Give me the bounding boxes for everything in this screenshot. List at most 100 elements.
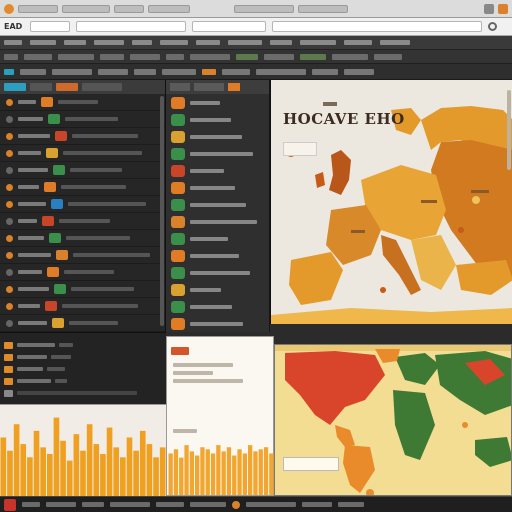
toolbar-button[interactable] — [312, 68, 338, 75]
map-legend-card[interactable] — [283, 142, 317, 156]
toolbar-button[interactable] — [58, 53, 94, 60]
attribute-row[interactable] — [166, 179, 269, 196]
toolbar-button[interactable] — [202, 68, 216, 75]
title-tab[interactable] — [298, 4, 348, 13]
menu-item[interactable] — [94, 40, 124, 45]
toolbar-button[interactable] — [264, 53, 294, 60]
layer-row[interactable] — [0, 315, 165, 332]
layer-row[interactable] — [0, 281, 165, 298]
status-dot-icon — [6, 132, 13, 140]
list-item[interactable] — [0, 387, 166, 399]
layer-row[interactable] — [0, 247, 165, 264]
menu-item[interactable] — [344, 40, 372, 45]
minimize-icon[interactable] — [484, 3, 494, 14]
toolbar-button[interactable] — [300, 53, 326, 60]
list-item[interactable] — [0, 351, 166, 363]
title-tab[interactable] — [114, 4, 144, 13]
layer-row[interactable] — [0, 128, 165, 145]
tab[interactable] — [194, 83, 224, 91]
toolbar-button[interactable] — [4, 68, 14, 75]
attribute-row[interactable] — [166, 196, 269, 213]
layer-row[interactable] — [0, 213, 165, 230]
layer-row[interactable] — [0, 94, 165, 111]
world-map-view[interactable] — [274, 344, 512, 496]
list-item[interactable] — [0, 363, 166, 375]
attribute-row[interactable] — [166, 230, 269, 247]
toolbar-button[interactable] — [222, 68, 250, 75]
menu-item[interactable] — [270, 40, 292, 45]
title-tab[interactable] — [62, 4, 110, 13]
toolbar-button[interactable] — [344, 68, 374, 75]
address-field[interactable] — [76, 21, 186, 32]
layer-row[interactable] — [0, 111, 165, 128]
menu-item[interactable] — [196, 40, 220, 45]
attribute-row[interactable] — [166, 281, 269, 298]
address-field[interactable] — [192, 21, 266, 32]
toolbar-button[interactable] — [98, 68, 128, 75]
menu-item[interactable] — [228, 40, 262, 45]
tab[interactable] — [82, 83, 122, 91]
list-item[interactable] — [0, 375, 166, 387]
toolbar-button[interactable] — [332, 53, 368, 60]
toolbar-button[interactable] — [166, 53, 184, 60]
layer-row[interactable] — [0, 145, 165, 162]
layer-row[interactable] — [0, 264, 165, 281]
list-item[interactable] — [0, 339, 166, 351]
address-field[interactable] — [30, 21, 70, 32]
tab[interactable] — [228, 83, 240, 91]
attribute-row[interactable] — [166, 264, 269, 281]
layer-row[interactable] — [0, 162, 165, 179]
toolbar-button[interactable] — [130, 53, 160, 60]
toolbar-button[interactable] — [20, 68, 46, 75]
toolbar-button[interactable] — [190, 53, 230, 60]
title-tab[interactable] — [234, 4, 294, 13]
layer-row[interactable] — [0, 230, 165, 247]
scrollbar[interactable] — [507, 90, 511, 170]
title-tab[interactable] — [18, 4, 58, 13]
toolbar-button[interactable] — [236, 53, 258, 60]
panel-tabs — [166, 80, 269, 94]
menu-item[interactable] — [4, 40, 22, 45]
title-tab[interactable] — [148, 4, 190, 13]
attribute-row[interactable] — [166, 247, 269, 264]
tab[interactable] — [170, 83, 190, 91]
attribute-row[interactable] — [166, 94, 269, 111]
layer-row[interactable] — [0, 179, 165, 196]
menu-item[interactable] — [30, 40, 56, 45]
tab[interactable] — [56, 83, 78, 91]
attribute-row[interactable] — [166, 128, 269, 145]
bar — [242, 453, 247, 495]
attribute-row[interactable] — [166, 298, 269, 315]
toolbar-button[interactable] — [52, 68, 92, 75]
toolbar-button[interactable] — [256, 68, 306, 75]
location-pin-icon[interactable] — [232, 500, 240, 509]
search-icon[interactable] — [488, 22, 497, 31]
tab[interactable] — [4, 83, 26, 91]
attribute-row[interactable] — [166, 315, 269, 332]
attribute-row[interactable] — [166, 213, 269, 230]
toolbar-button[interactable] — [374, 53, 402, 60]
attribute-row[interactable] — [166, 111, 269, 128]
toolbar-button[interactable] — [24, 53, 52, 60]
attribute-row[interactable] — [166, 162, 269, 179]
menu-item[interactable] — [160, 40, 188, 45]
panel-header-button[interactable] — [171, 347, 189, 355]
menu-item[interactable] — [380, 40, 410, 45]
map-view[interactable]: HOCAVE EHO — [270, 80, 512, 324]
toolbar-button[interactable] — [4, 53, 18, 60]
layer-row[interactable] — [0, 298, 165, 315]
tab[interactable] — [30, 83, 52, 91]
attribute-row[interactable] — [166, 145, 269, 162]
layer-row[interactable] — [0, 196, 165, 213]
world-map[interactable] — [275, 345, 512, 496]
toolbar-button[interactable] — [162, 68, 196, 75]
toolbar-button[interactable] — [134, 68, 156, 75]
close-icon[interactable] — [498, 3, 508, 14]
scrollbar[interactable] — [160, 96, 164, 326]
search-input[interactable] — [272, 21, 482, 32]
bar — [253, 451, 258, 495]
menu-item[interactable] — [300, 40, 336, 45]
toolbar-button[interactable] — [100, 53, 124, 60]
menu-item[interactable] — [132, 40, 152, 45]
menu-item[interactable] — [64, 40, 86, 45]
